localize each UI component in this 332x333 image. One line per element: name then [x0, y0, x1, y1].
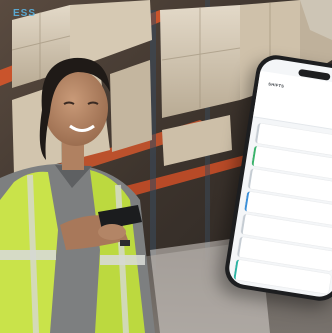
hero-image: ESS SHIFTS	[0, 0, 332, 333]
brand-logo-fragment: ESS	[13, 8, 37, 19]
day-selector	[262, 94, 332, 125]
day-item[interactable]	[291, 100, 301, 113]
day-item[interactable]	[277, 98, 287, 111]
app-title: SHIFTS	[267, 81, 285, 89]
day-item[interactable]	[305, 102, 315, 115]
day-item[interactable]	[319, 105, 329, 118]
day-item[interactable]	[263, 96, 273, 109]
task-list	[233, 123, 332, 297]
